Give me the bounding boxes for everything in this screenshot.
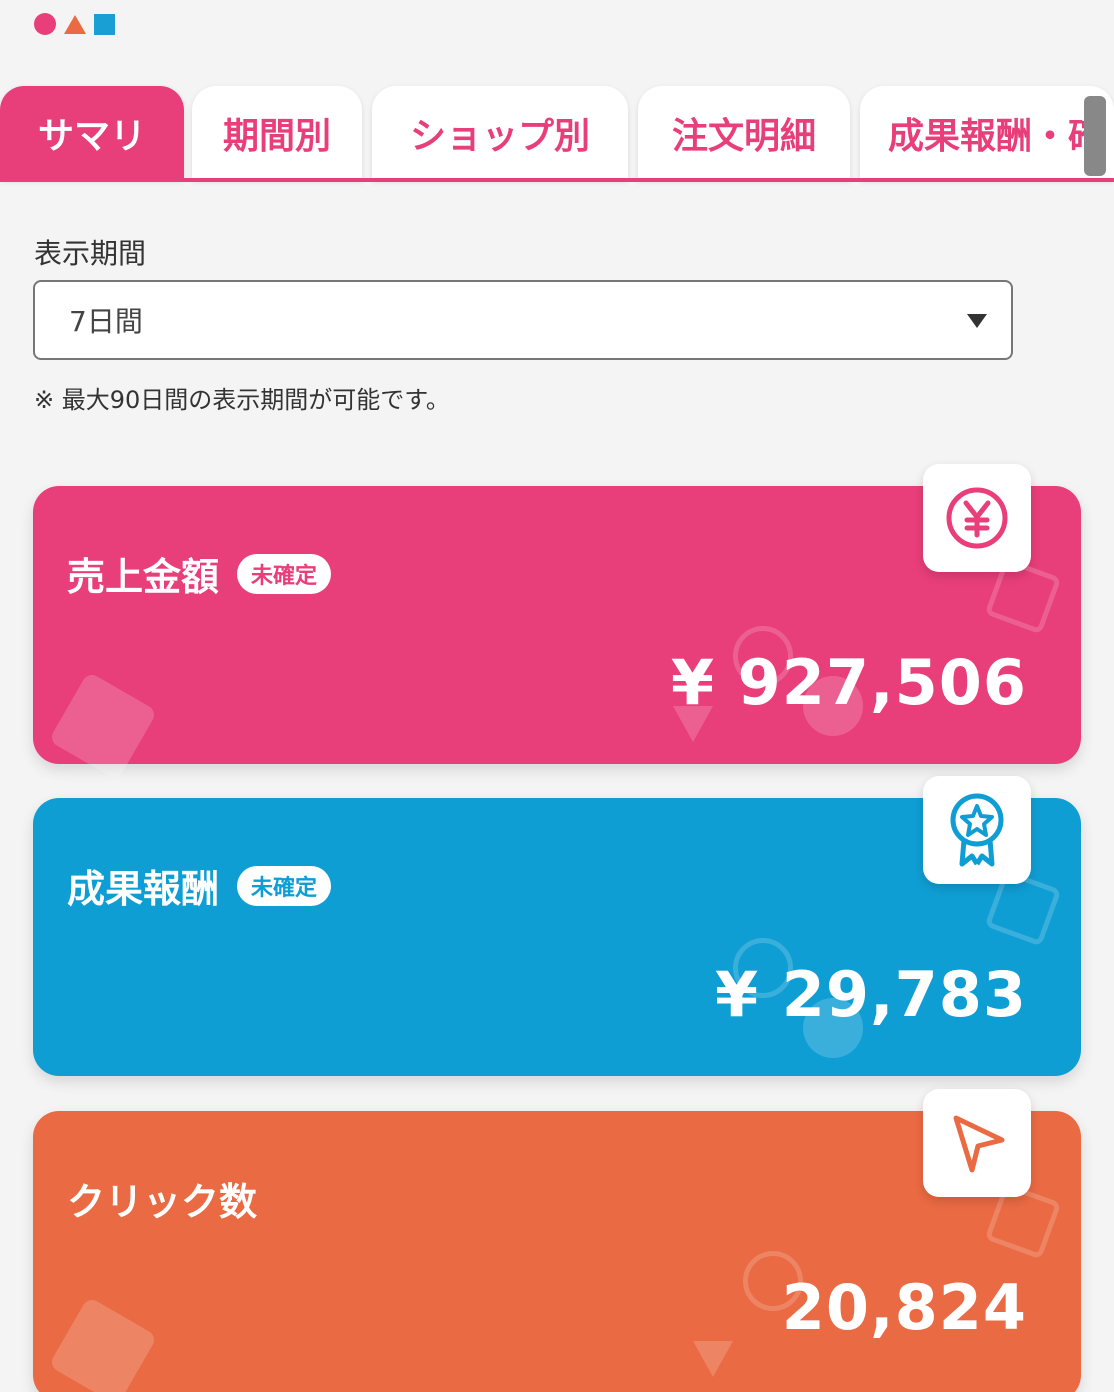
tab-scroll-handle[interactable] [1084,96,1106,176]
reward-amount-card[interactable]: 成果報酬 未確定 ¥ 29,783 [33,776,1081,1076]
reward-value: ¥ 29,783 [715,958,1027,1031]
clicks-title: クリック数 [67,1180,258,1224]
decoration-triangle [693,1341,733,1377]
cursor-arrow-icon [923,1089,1031,1197]
brand-square-icon [94,13,115,35]
sales-value: ¥ 927,506 [670,646,1027,719]
award-ribbon-icon [923,776,1031,884]
sales-title: 売上金額 [67,555,220,599]
period-select[interactable]: 7日間 [33,280,1013,360]
clicks-title-row: クリック数 [67,1171,257,1226]
tab-bar: サマリ 期間別 ショップ別 注文明細 成果報酬・確 [0,86,1114,184]
yen-icon [923,464,1031,572]
reward-title: 成果報酬 [67,867,220,911]
brand-circle-icon [34,13,56,35]
tab-summary[interactable]: サマリ [0,86,184,180]
decoration-square [48,1296,158,1392]
sales-title-row: 売上金額 未確定 [67,546,332,601]
sales-status-badge: 未確定 [237,553,332,594]
decoration-square [48,671,158,781]
brand-triangle-icon [64,14,86,34]
dropdown-arrow-icon [967,314,987,328]
period-label: 表示期間 [34,237,147,270]
tab-underline [0,178,1114,182]
click-count-card[interactable]: クリック数 20,824 [33,1089,1081,1392]
clicks-value: 20,824 [781,1271,1027,1344]
period-note: ※ 最大90日間の表示期間が可能です。 [34,386,450,414]
reward-title-row: 成果報酬 未確定 [67,858,332,913]
tab-by-shop[interactable]: ショップ別 [372,86,628,180]
period-select-value: 7日間 [69,305,143,338]
tab-order-details[interactable]: 注文明細 [638,86,850,180]
tab-by-period[interactable]: 期間別 [192,86,362,180]
reward-status-badge: 未確定 [237,865,332,906]
tab-reward-confirmed[interactable]: 成果報酬・確 [860,86,1114,180]
brand-logo [34,12,115,36]
sales-amount-card[interactable]: 売上金額 未確定 ¥ 927,506 [33,464,1081,781]
